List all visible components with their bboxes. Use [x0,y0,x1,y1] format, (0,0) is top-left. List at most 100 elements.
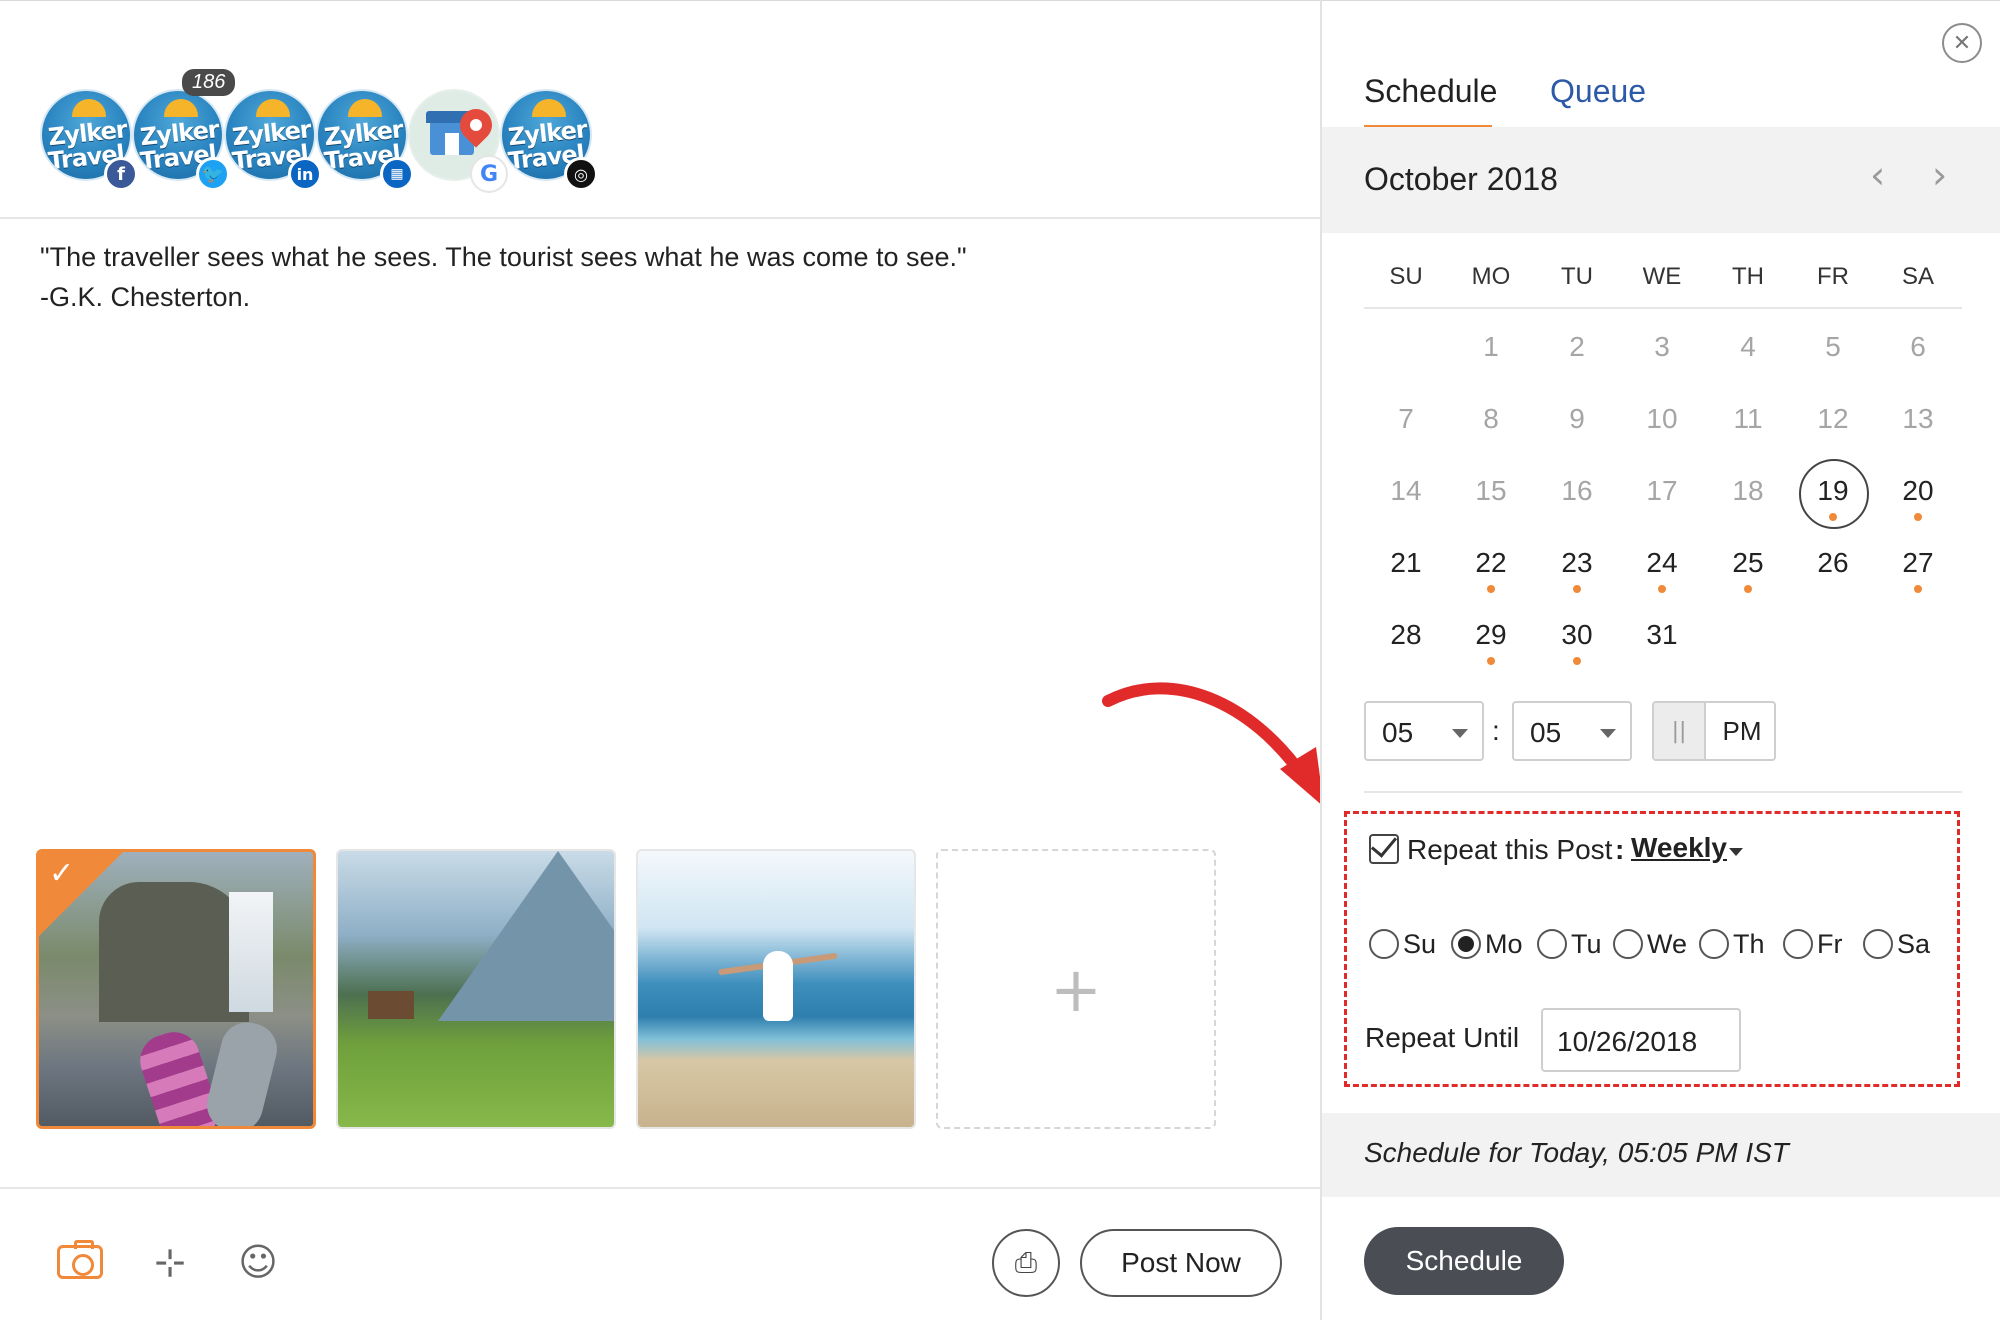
hour-select[interactable]: 05 [1364,701,1484,761]
calendar-day[interactable]: 27 [1876,547,1960,607]
scheduled-post-dot [1914,585,1922,593]
calendar-header: October 2018 ‹ › [1322,127,2000,233]
profile-linkedin-company[interactable]: Zylker Travel ▦ [316,89,414,191]
add-media-button[interactable]: + [936,849,1216,1129]
caret-down-icon [1600,729,1616,738]
weekday-label: SA [1901,263,1934,290]
radio-icon[interactable] [1783,929,1813,959]
radio-icon[interactable] [1369,929,1399,959]
repeat-day-option-su[interactable]: Su [1369,924,1436,964]
caret-down-icon[interactable] [1729,848,1743,856]
calendar-day-number: 10 [1646,403,1678,434]
calendar-day-number: 27 [1902,547,1934,578]
chevron-right-icon[interactable]: › [1932,153,1947,197]
hour-value: 05 [1382,717,1414,748]
repeat-day-label: Mo [1485,928,1523,959]
add-note-icon[interactable]: ⊹ [145,1237,195,1287]
weekday-label: TU [1561,263,1593,290]
calendar-day[interactable]: 25 [1706,547,1790,607]
calendar-day-number: 16 [1561,475,1593,506]
post-now-button[interactable]: Post Now [1080,1229,1282,1297]
calendar-day-number: 23 [1561,547,1593,578]
schedule-summary: Schedule for Today, 05:05 PM IST [1364,1137,1789,1168]
calendar-day[interactable]: 29 [1449,619,1533,679]
weekday-label: TH [1732,263,1764,290]
calendar-day[interactable]: 23 [1535,547,1619,607]
calendar-day: 7 [1364,403,1448,463]
post-composer: Zylker Travel f Zylker Travel 186 🐦 Zylk… [0,0,1324,1320]
post-text-editor[interactable]: "The traveller sees what he sees. The to… [40,237,1240,317]
radio-icon[interactable] [1537,929,1567,959]
profile-google-my-business[interactable]: G [408,89,506,191]
calendar-day-number: 25 [1732,547,1764,578]
calendar-day[interactable]: 20 [1876,475,1960,535]
calendar-day[interactable]: 30 [1535,619,1619,679]
calendar-day[interactable]: 26 [1791,547,1875,607]
calendar-day: 1 [1449,331,1533,391]
camera-icon[interactable] [55,1237,105,1287]
radio-selected-icon[interactable] [1451,929,1481,959]
close-icon[interactable]: ✕ [1942,23,1982,63]
calendar-day-number: 24 [1646,547,1678,578]
repeat-day-option-sa[interactable]: Sa [1863,924,1930,964]
repeat-day-label: Sa [1897,928,1931,959]
scheduled-post-dot [1573,585,1581,593]
profile-twitter[interactable]: Zylker Travel 186 🐦 [132,69,236,191]
calendar-day-number: 31 [1646,619,1678,650]
tab-queue[interactable]: Queue [1550,73,1646,110]
calendar-day[interactable]: 21 [1364,547,1448,607]
weekday-label: MO [1471,263,1511,290]
am-pm-toggle[interactable]: || PM [1652,701,1776,761]
tab-schedule[interactable]: Schedule [1364,73,1497,110]
minute-value: 05 [1530,717,1562,748]
minute-select[interactable]: 05 [1512,701,1632,761]
calendar-day[interactable]: 19 [1791,459,1875,535]
save-draft-button[interactable]: ⎙ [992,1229,1060,1297]
check-icon [1370,830,1398,858]
media-thumbnail-beach[interactable] [636,849,916,1129]
calendar-day: 9 [1535,403,1619,463]
emoji-icon[interactable]: ☺ [233,1237,283,1287]
media-thumbnail-waterfall[interactable]: ✓ [36,849,316,1129]
calendar-day[interactable]: 31 [1620,619,1704,679]
media-thumbnail-valley[interactable] [336,849,616,1129]
repeat-day-option-mo[interactable]: Mo [1451,924,1523,964]
calendar-day-number: 2 [1569,331,1585,362]
repeat-post-checkbox[interactable] [1369,830,1399,864]
repeat-post-label: Repeat this Post [1407,834,1613,865]
calendar-day-number: 11 [1733,403,1763,434]
radio-icon[interactable] [1613,929,1643,959]
profile-linkedin[interactable]: Zylker Travel in [224,89,322,191]
scheduled-post-dot [1658,585,1666,593]
calendar-day-number: 19 [1817,475,1849,506]
scheduled-post-dot [1914,513,1922,521]
post-text-line: "The traveller sees what he sees. The to… [40,242,967,272]
calendar-day-number: 14 [1390,475,1422,506]
schedule-button[interactable]: Schedule [1364,1227,1564,1295]
calendar-day: 4 [1706,331,1790,391]
calendar-day[interactable]: 28 [1364,619,1448,679]
chevron-left-icon[interactable]: ‹ [1870,153,1885,197]
repeat-day-option-fr[interactable]: Fr [1783,924,1842,964]
calendar-day-number: 15 [1475,475,1507,506]
repeat-day-option-we[interactable]: We [1613,924,1687,964]
calendar-day-number: 8 [1483,403,1499,434]
profile-facebook[interactable]: Zylker Travel f [40,89,138,191]
calendar-day[interactable]: 22 [1449,547,1533,607]
calendar-day[interactable]: 24 [1620,547,1704,607]
calendar-day-number: 17 [1646,475,1678,506]
radio-icon[interactable] [1699,929,1729,959]
repeat-weekday-options: Su Mo Tu We Th Fr Sa [1369,924,1949,964]
calendar-day-number: 9 [1569,403,1585,434]
repeat-frequency-dropdown[interactable]: Weekly [1631,832,1727,864]
profile-instagram[interactable]: Zylker Travel ◎ [500,89,598,191]
repeat-until-date-input[interactable]: 10/26/2018 [1541,1008,1741,1072]
calendar-day-number: 1 [1483,331,1499,362]
calendar-day: 3 [1620,331,1704,391]
time-separator: : [1492,715,1500,746]
repeat-day-label: Fr [1817,928,1843,959]
toggle-handle[interactable]: || [1654,703,1706,759]
radio-icon[interactable] [1863,929,1893,959]
repeat-day-option-th[interactable]: Th [1699,924,1765,964]
repeat-day-option-tu[interactable]: Tu [1537,924,1602,964]
